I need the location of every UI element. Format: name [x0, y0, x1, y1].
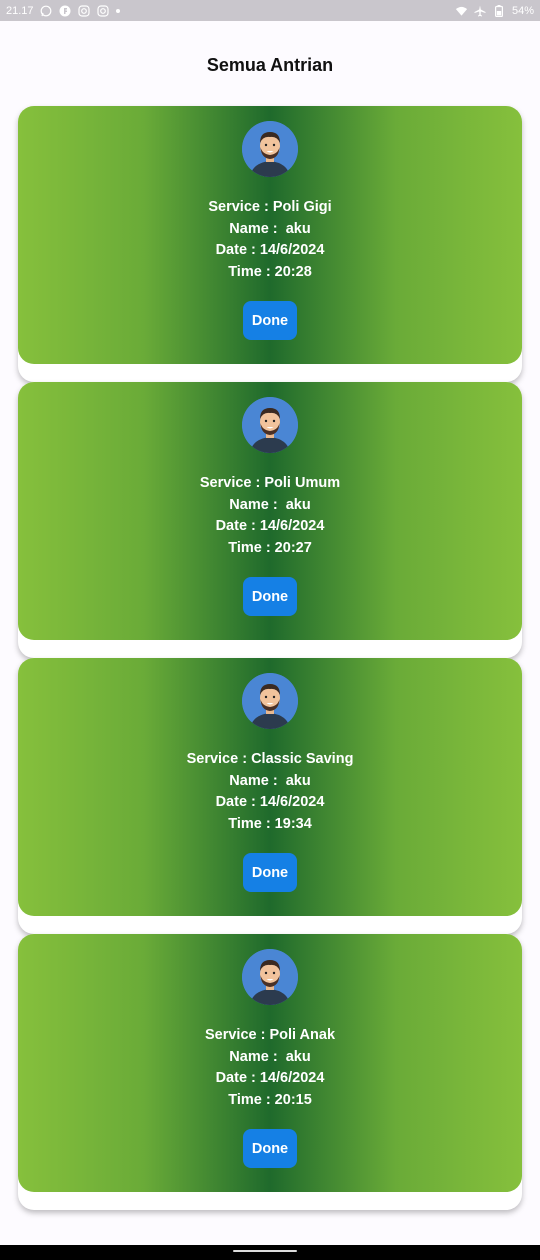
avatar [242, 397, 298, 453]
wifi-icon [455, 4, 468, 17]
name-text: Name : aku [229, 1048, 311, 1065]
home-gesture-handle[interactable] [233, 1250, 297, 1252]
queue-card: Service : Poli Umum Name : aku Date : 14… [18, 382, 522, 658]
queue-list: Service : Poli Gigi Name : aku Date : 14… [18, 106, 522, 1210]
avatar [242, 949, 298, 1005]
done-button[interactable]: Done [243, 577, 297, 616]
status-bar: 21.17 54% [0, 0, 540, 21]
battery-icon [493, 4, 506, 17]
name-text: Name : aku [229, 220, 311, 237]
time-text: Time : 20:27 [228, 539, 312, 556]
airplane-icon [474, 4, 487, 17]
done-button[interactable]: Done [243, 301, 297, 340]
notification-dot-icon [115, 8, 120, 13]
done-button[interactable]: Done [243, 853, 297, 892]
time-text: Time : 19:34 [228, 815, 312, 832]
navigation-bar [0, 1245, 540, 1260]
service-text: Service : Poli Anak [204, 1027, 336, 1043]
service-text: Service : Poli Gigi [208, 199, 332, 215]
status-time: 21.17 [6, 4, 34, 17]
whatsapp-icon [40, 4, 53, 17]
page-title: Semua Antrian [206, 55, 334, 75]
done-button[interactable]: Done [243, 1129, 297, 1168]
name-text: Name : aku [229, 772, 311, 789]
date-text: Date : 14/6/2024 [215, 794, 325, 810]
battery-percentage: 54% [511, 4, 534, 17]
time-text: Time : 20:15 [228, 1091, 312, 1108]
app-icon [59, 4, 72, 17]
service-text: Service : Poli Umum [199, 475, 341, 491]
avatar [242, 673, 298, 729]
queue-card: Service : Poli Gigi Name : aku Date : 14… [18, 106, 522, 382]
date-text: Date : 14/6/2024 [215, 242, 325, 258]
service-text: Service : Classic Saving [186, 751, 354, 767]
queue-card: Service : Poli Anak Name : aku Date : 14… [18, 934, 522, 1210]
name-text: Name : aku [229, 496, 311, 513]
instagram-icon [78, 4, 91, 17]
avatar [242, 121, 298, 177]
instagram-icon [97, 4, 110, 17]
queue-card: Service : Classic Saving Name : aku Date… [18, 658, 522, 934]
time-text: Time : 20:28 [228, 263, 312, 280]
date-text: Date : 14/6/2024 [215, 1070, 325, 1086]
date-text: Date : 14/6/2024 [215, 518, 325, 534]
